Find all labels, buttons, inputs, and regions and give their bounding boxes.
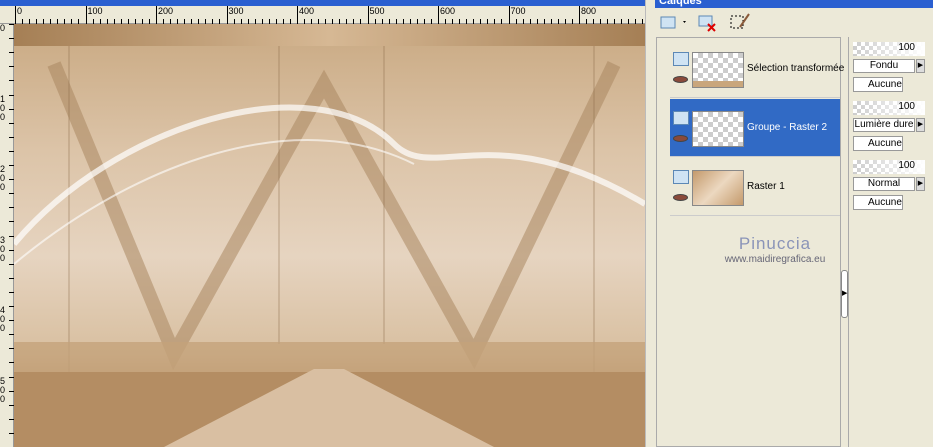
ruler-label: 0 xyxy=(0,23,6,33)
visibility-eye-icon[interactable] xyxy=(673,194,688,201)
horizontal-ruler: 0 100 200 300 400 500 600 700 800 xyxy=(0,6,645,24)
ruler-label: 600 xyxy=(440,6,456,16)
blend-mode-select[interactable]: Fondu xyxy=(853,59,915,73)
ruler-label: 500 xyxy=(369,6,385,16)
layer-name: Sélection transformée xyxy=(747,63,845,74)
mask-select[interactable]: Aucune xyxy=(853,195,903,210)
vertical-ruler: 0 100 200 300 400 500 xyxy=(0,24,14,447)
ruler-tick xyxy=(85,6,87,24)
ruler-label: 200 xyxy=(158,6,174,16)
ruler-tick xyxy=(438,6,439,24)
ruler-tick xyxy=(226,6,228,24)
ruler-label: 200 xyxy=(0,164,6,192)
ruler-tick xyxy=(579,6,580,24)
layer-item[interactable]: Sélection transformée xyxy=(670,40,844,98)
layers-toolbar xyxy=(655,10,933,36)
layers-panel-title: Calques xyxy=(655,0,933,8)
ruler-label: 300 xyxy=(228,6,244,16)
opacity-slider[interactable]: 100 xyxy=(853,101,925,115)
watermark-url: www.maidiregrafica.eu xyxy=(724,254,826,265)
layer-props: 100 Fondu ▶ Aucune xyxy=(853,39,933,99)
ruler-tick xyxy=(297,6,298,24)
ruler-tick xyxy=(367,6,369,24)
layer-thumbnail xyxy=(692,52,744,88)
blend-mode-select[interactable]: Normal xyxy=(853,177,915,191)
ruler-tick xyxy=(156,6,157,24)
artwork xyxy=(14,24,645,447)
mask-select[interactable]: Aucune xyxy=(853,77,903,92)
delete-layer-icon[interactable] xyxy=(697,12,719,32)
ruler-label: 100 xyxy=(87,6,103,16)
layer-props: 100 Lumière dure ▶ Aucune xyxy=(853,98,933,158)
visibility-eye-icon[interactable] xyxy=(673,135,688,142)
blend-arrow-icon[interactable]: ▶ xyxy=(916,59,925,73)
ruler-label: 500 xyxy=(0,375,6,404)
layer-props: 100 Normal ▶ Aucune xyxy=(853,157,933,217)
ruler-label: 400 xyxy=(299,6,315,16)
ruler-label: 300 xyxy=(0,234,6,263)
panel-splitter[interactable]: ▶ xyxy=(841,270,848,318)
blend-arrow-icon[interactable]: ▶ xyxy=(916,118,925,132)
mask-select[interactable]: Aucune xyxy=(853,136,903,151)
vertical-scrollbar[interactable] xyxy=(645,0,655,447)
raster-layer-icon xyxy=(673,170,689,184)
new-layer-icon[interactable] xyxy=(659,12,686,32)
layer-name: Groupe - Raster 2 xyxy=(747,122,828,133)
ruler-tick xyxy=(508,6,510,24)
layer-name: Raster 1 xyxy=(747,181,785,192)
layer-item[interactable]: Groupe - Raster 2 xyxy=(670,99,840,157)
blend-mode-select[interactable]: Lumière dure xyxy=(853,118,915,132)
opacity-slider[interactable]: 100 xyxy=(853,160,925,174)
ruler-label: 700 xyxy=(510,6,526,16)
ruler-label: 0 xyxy=(17,6,23,16)
layer-thumbnail xyxy=(692,111,744,147)
visibility-eye-icon[interactable] xyxy=(673,76,688,83)
ruler-label: 400 xyxy=(0,305,6,333)
watermark-name: Pinuccia xyxy=(738,234,812,253)
ruler-label: 800 xyxy=(581,6,597,16)
ruler-tick xyxy=(15,6,16,24)
layer-item[interactable]: Raster 1 xyxy=(670,158,840,216)
edit-selection-icon[interactable] xyxy=(729,12,751,32)
layer-thumbnail xyxy=(692,170,744,206)
ruler-label: 100 xyxy=(0,93,6,122)
raster-layer-icon xyxy=(673,52,689,66)
layer-properties: 100 Fondu ▶ Aucune 100 Lumière dure ▶ Au… xyxy=(848,37,933,447)
blend-arrow-icon[interactable]: ▶ xyxy=(916,177,925,191)
raster-layer-icon xyxy=(673,111,689,125)
image-canvas[interactable] xyxy=(14,24,645,447)
watermark: Pinuccia www.maidiregrafica.eu xyxy=(700,234,850,265)
opacity-slider[interactable]: 100 xyxy=(853,42,925,56)
